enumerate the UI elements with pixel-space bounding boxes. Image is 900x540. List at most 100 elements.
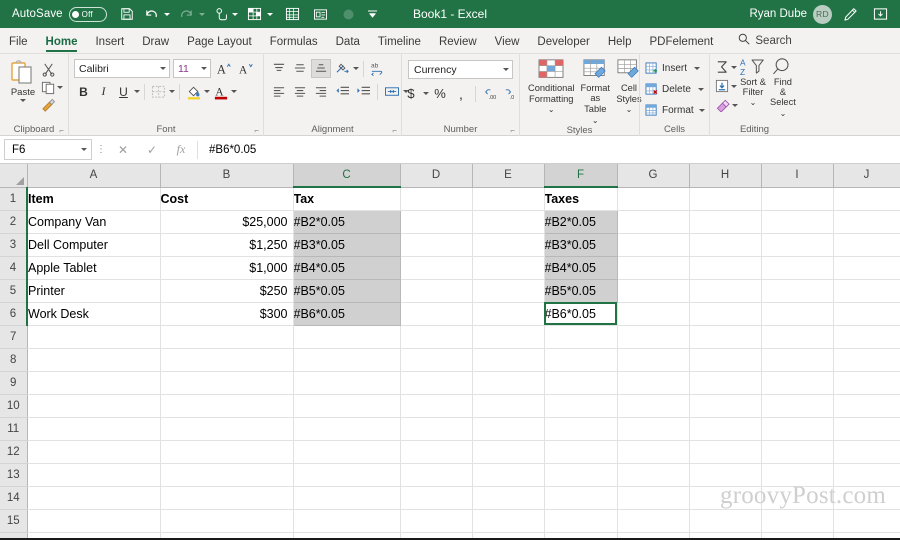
cancel-icon[interactable]: ✕: [110, 139, 136, 160]
cell-E2[interactable]: [472, 210, 545, 234]
copy-button[interactable]: [41, 79, 63, 96]
row-header-4[interactable]: 4: [0, 256, 28, 280]
row-header-14[interactable]: 14: [0, 486, 28, 510]
format-painter-button[interactable]: [41, 97, 63, 114]
cell-E13[interactable]: [472, 463, 545, 487]
format-as-table-button[interactable]: Format as Table ⌄: [578, 58, 613, 125]
sort-dropdown-icon[interactable]: [266, 12, 273, 16]
ribbon-display-options-icon[interactable]: [868, 2, 892, 26]
cell-F15[interactable]: [544, 509, 618, 533]
column-header-g[interactable]: G: [617, 164, 690, 188]
form-icon[interactable]: [307, 1, 335, 27]
name-box-dropdown-icon[interactable]: [81, 148, 87, 151]
row-header-10[interactable]: 10: [0, 394, 28, 418]
sort-quick-icon[interactable]: [244, 1, 266, 27]
cell-B15[interactable]: [160, 509, 294, 533]
cell-E6[interactable]: [472, 302, 545, 326]
cell-A14[interactable]: [27, 486, 161, 510]
cell-J10[interactable]: [833, 394, 900, 418]
cell-G1[interactable]: [617, 187, 690, 211]
cell-J5[interactable]: [833, 279, 900, 303]
tab-page-layout[interactable]: Page Layout: [178, 34, 261, 53]
cell-D8[interactable]: [400, 348, 473, 372]
cut-button[interactable]: [41, 61, 63, 78]
cell-I4[interactable]: [761, 256, 834, 280]
cell-G4[interactable]: [617, 256, 690, 280]
tab-help[interactable]: Help: [599, 34, 641, 53]
row-header-1[interactable]: 1: [0, 187, 28, 211]
cell-B5[interactable]: $250: [160, 279, 294, 303]
cell-C12[interactable]: [293, 440, 401, 464]
cell-G11[interactable]: [617, 417, 690, 441]
column-header-c[interactable]: C: [293, 164, 401, 188]
cell-H7[interactable]: [689, 325, 762, 349]
cell-H1[interactable]: [689, 187, 762, 211]
cell-F14[interactable]: [544, 486, 618, 510]
cell-J14[interactable]: [833, 486, 900, 510]
tab-formulas[interactable]: Formulas: [261, 34, 327, 53]
cell-D2[interactable]: [400, 210, 473, 234]
tab-timeline[interactable]: Timeline: [369, 34, 430, 53]
insert-dropdown-icon[interactable]: [694, 67, 701, 70]
cell-A15[interactable]: [27, 509, 161, 533]
cell-H15[interactable]: [689, 509, 762, 533]
cell-J4[interactable]: [833, 256, 900, 280]
undo-icon[interactable]: [141, 1, 163, 27]
borders-button[interactable]: [149, 82, 168, 101]
cell-F4[interactable]: #B4*0.05: [544, 256, 618, 280]
align-left-button[interactable]: [269, 82, 289, 101]
cell-I3[interactable]: [761, 233, 834, 257]
cell-G2[interactable]: [617, 210, 690, 234]
cell-A2[interactable]: Company Van: [27, 210, 161, 234]
cell-A3[interactable]: Dell Computer: [27, 233, 161, 257]
cell-C6[interactable]: #B6*0.05: [293, 302, 401, 326]
find-select-button[interactable]: Find & Select ⌄: [768, 57, 798, 118]
copy-dropdown-icon[interactable]: [57, 86, 63, 89]
sort-filter-button[interactable]: A Z Sort & Filter ⌄: [738, 57, 768, 108]
cell-G9[interactable]: [617, 371, 690, 395]
touch-mode-dropdown-icon[interactable]: [231, 12, 238, 16]
tab-file[interactable]: File: [0, 34, 37, 53]
cell-F7[interactable]: [544, 325, 618, 349]
decrease-decimal-button[interactable]: .0: [501, 84, 520, 103]
cell-I15[interactable]: [761, 509, 834, 533]
conditional-formatting-button[interactable]: Conditional Formatting ⌄: [525, 58, 578, 115]
customize-qat-icon[interactable]: [363, 1, 383, 27]
cell-J13[interactable]: [833, 463, 900, 487]
record-icon[interactable]: [335, 1, 363, 27]
cell-A5[interactable]: Printer: [27, 279, 161, 303]
cell-E3[interactable]: [472, 233, 545, 257]
cell-C5[interactable]: #B5*0.05: [293, 279, 401, 303]
font-color-dropdown-icon[interactable]: [231, 90, 237, 93]
cell-E14[interactable]: [472, 486, 545, 510]
cell-G15[interactable]: [617, 509, 690, 533]
orientation-dropdown-icon[interactable]: [353, 67, 359, 70]
cell-E9[interactable]: [472, 371, 545, 395]
bottom-align-button[interactable]: [311, 59, 331, 78]
pen-icon[interactable]: [838, 2, 862, 26]
touch-mode-icon[interactable]: [211, 1, 231, 27]
tab-data[interactable]: Data: [327, 34, 369, 53]
column-header-a[interactable]: A: [27, 164, 161, 188]
accounting-dropdown-icon[interactable]: [422, 92, 429, 95]
redo-icon[interactable]: [176, 1, 198, 27]
cell-B14[interactable]: [160, 486, 294, 510]
fill-button[interactable]: [715, 77, 738, 95]
number-dialog-launcher[interactable]: ⌐: [510, 126, 515, 135]
wrap-text-button[interactable]: ab: [368, 59, 388, 78]
cell-H2[interactable]: [689, 210, 762, 234]
center-button[interactable]: [290, 82, 310, 101]
row-header-2[interactable]: 2: [0, 210, 28, 234]
cell-I9[interactable]: [761, 371, 834, 395]
delete-dropdown-icon[interactable]: [697, 88, 704, 91]
tab-insert[interactable]: Insert: [86, 34, 133, 53]
comma-format-button[interactable]: ,: [452, 84, 471, 103]
italic-button[interactable]: I: [94, 82, 113, 101]
cell-I6[interactable]: [761, 302, 834, 326]
orientation-button[interactable]: [332, 59, 352, 78]
search-box[interactable]: Search: [722, 31, 800, 53]
cell-I5[interactable]: [761, 279, 834, 303]
cell-H5[interactable]: [689, 279, 762, 303]
row-header-7[interactable]: 7: [0, 325, 28, 349]
cell-H3[interactable]: [689, 233, 762, 257]
